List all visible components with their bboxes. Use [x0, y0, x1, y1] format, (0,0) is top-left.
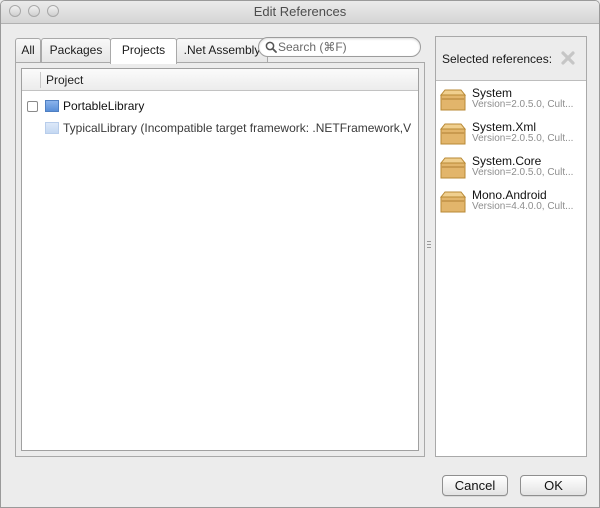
selected-references-header: Selected references:: [436, 37, 586, 81]
project-row[interactable]: PortableLibrary: [22, 97, 418, 117]
package-icon: [439, 89, 467, 111]
project-row-disabled: TypicalLibrary (Incompatible target fram…: [22, 119, 418, 139]
package-icon: [439, 123, 467, 145]
reference-name: System.Core: [472, 154, 542, 168]
remove-reference-icon[interactable]: [560, 50, 576, 66]
package-icon: [439, 191, 467, 213]
reference-name: System.Xml: [472, 120, 537, 134]
ok-button[interactable]: OK: [520, 475, 587, 496]
selected-references-panel: Selected references: System Version=2.0.…: [435, 36, 587, 457]
selected-references-title: Selected references:: [442, 52, 553, 66]
reference-item[interactable]: Mono.Android Version=4.4.0.0, Cult...: [436, 187, 586, 221]
reference-name: Mono.Android: [472, 188, 547, 202]
reference-name: System: [472, 86, 513, 100]
project-name: TypicalLibrary (Incompatible target fram…: [63, 121, 412, 135]
tab-all[interactable]: All: [15, 38, 41, 62]
window-title: Edit References: [253, 4, 347, 19]
package-icon: [439, 157, 467, 179]
reference-item[interactable]: System.Core Version=2.0.5.0, Cult...: [436, 153, 586, 187]
search-icon: [265, 41, 277, 53]
reference-version: Version=2.0.5.0, Cult...: [472, 99, 574, 110]
search-field[interactable]: [258, 37, 421, 57]
reference-item[interactable]: System Version=2.0.5.0, Cult...: [436, 85, 586, 119]
header-separator: [40, 72, 41, 88]
tab-projects[interactable]: Projects: [110, 38, 177, 64]
projects-panel: Project PortableLibrary TypicalLibrary (…: [15, 62, 425, 457]
project-checkbox[interactable]: [27, 101, 38, 112]
reference-version: Version=4.4.0.0, Cult...: [472, 201, 574, 212]
panel-splitter-handle[interactable]: [427, 241, 431, 251]
project-icon: [45, 122, 59, 134]
cancel-button[interactable]: Cancel: [442, 475, 508, 496]
edit-references-window: Edit References All Packages Projects .N…: [0, 0, 600, 508]
title-bar: Edit References: [1, 1, 599, 24]
project-list-header: Project: [22, 69, 418, 91]
reference-version: Version=2.0.5.0, Cult...: [472, 167, 574, 178]
reference-version: Version=2.0.5.0, Cult...: [472, 133, 574, 144]
column-header-project[interactable]: Project: [46, 73, 83, 87]
search-input[interactable]: [278, 39, 414, 55]
project-list: Project PortableLibrary TypicalLibrary (…: [21, 68, 419, 451]
tab-net-assembly[interactable]: .Net Assembly: [176, 38, 268, 62]
reference-item[interactable]: System.Xml Version=2.0.5.0, Cult...: [436, 119, 586, 153]
project-name: PortableLibrary: [63, 99, 145, 113]
project-icon: [45, 100, 59, 112]
tab-packages[interactable]: Packages: [41, 38, 111, 62]
